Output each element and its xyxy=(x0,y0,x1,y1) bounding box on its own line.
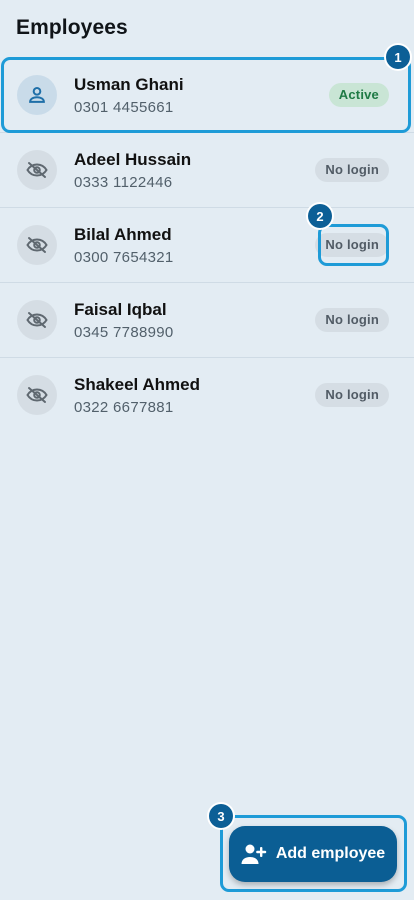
visibility-off-icon xyxy=(17,375,57,415)
employee-name: Shakeel Ahmed xyxy=(74,375,200,394)
employee-row[interactable]: Shakeel Ahmed 0322 6677881 No login xyxy=(0,358,414,433)
visibility-off-icon xyxy=(17,150,57,190)
employee-name: Adeel Hussain xyxy=(74,150,192,169)
employee-phone: 0333 1122446 xyxy=(74,174,173,191)
employee-name: Bilal Ahmed xyxy=(74,225,172,244)
employee-row[interactable]: Usman Ghani 0301 4455661 Active xyxy=(0,58,414,133)
visibility-off-icon xyxy=(17,225,57,265)
page-title: Employees xyxy=(16,16,128,39)
annotation-marker-3: 3 xyxy=(209,804,233,828)
employee-phone: 0345 7788990 xyxy=(74,324,174,341)
employee-list: Usman Ghani 0301 4455661 Active Adeel Hu… xyxy=(0,58,414,433)
status-badge: No login xyxy=(315,158,389,182)
person-add-icon xyxy=(241,843,267,865)
status-badge: No login xyxy=(315,383,389,407)
annotation-marker-1: 1 xyxy=(386,45,410,69)
add-employee-button[interactable]: Add employee xyxy=(229,826,397,882)
employee-phone: 0301 4455661 xyxy=(74,99,174,116)
person-icon xyxy=(17,75,57,115)
status-badge: No login xyxy=(315,233,389,257)
status-badge: Active xyxy=(328,83,389,107)
employee-name: Usman Ghani xyxy=(74,75,184,94)
employee-row[interactable]: Adeel Hussain 0333 1122446 No login xyxy=(0,133,414,208)
annotation-marker-2: 2 xyxy=(308,204,332,228)
employee-row[interactable]: Bilal Ahmed 0300 7654321 No login xyxy=(0,208,414,283)
status-badge: No login xyxy=(315,308,389,332)
add-employee-label: Add employee xyxy=(275,845,386,862)
employee-row[interactable]: Faisal Iqbal 0345 7788990 No login xyxy=(0,283,414,358)
employee-name: Faisal Iqbal xyxy=(74,300,167,319)
employee-phone: 0300 7654321 xyxy=(74,249,174,266)
visibility-off-icon xyxy=(17,300,57,340)
employee-phone: 0322 6677881 xyxy=(74,399,174,416)
